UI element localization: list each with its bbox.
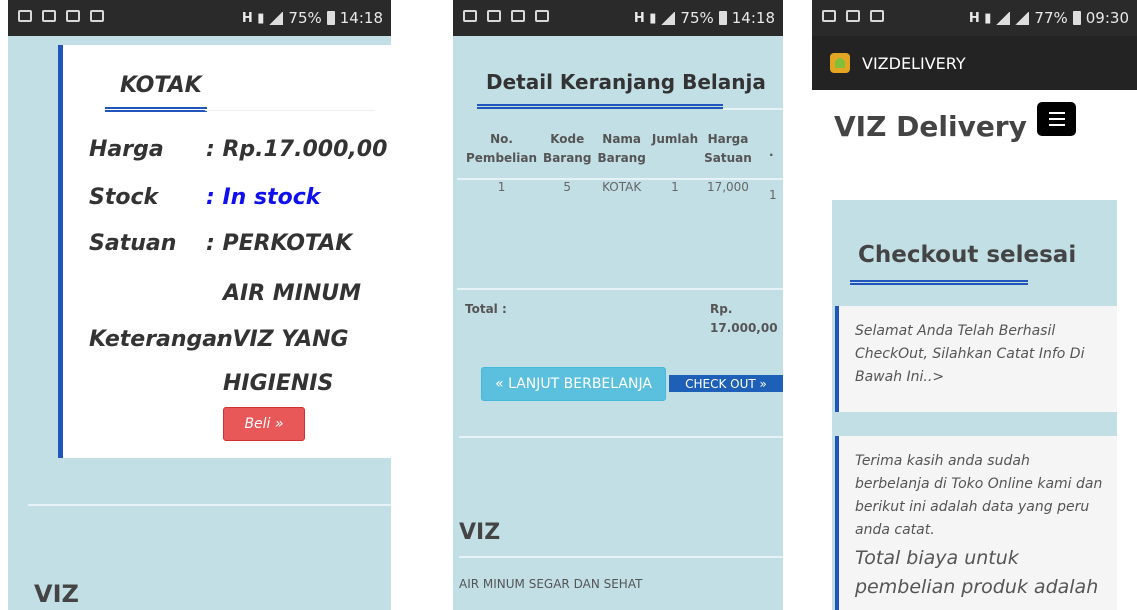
product-title: KOTAK: [120, 73, 202, 98]
product-card: KOTAK Harga : Rp.17.000,00 Stock : In st…: [58, 45, 391, 458]
sim-icon: H ▮: [633, 10, 657, 26]
phone-screen-cart-detail: H ▮ 75% 14:18 Detail Keranjang Belanja N…: [453, 0, 783, 610]
divider: [457, 178, 783, 180]
battery-icon: [718, 11, 727, 25]
battery-percent: 75%: [680, 9, 714, 27]
price-label: Harga: [89, 137, 164, 162]
wifi-icon: [66, 10, 80, 22]
main-content: Checkout selesai Selamat Anda Telah Berh…: [832, 200, 1117, 610]
title-underline: [105, 107, 207, 112]
col-header-unit-price: Harga Satuan: [704, 132, 752, 165]
footer-brand: VIZ: [459, 520, 501, 545]
battery-icon: [1072, 11, 1081, 25]
title-underline: [850, 280, 1028, 285]
info-message-box: Selamat Anda Telah Berhasil CheckOut, Si…: [835, 306, 1117, 412]
cell-item-name: KOTAK: [602, 180, 642, 194]
divider: [28, 504, 391, 506]
clock: 14:18: [731, 9, 775, 27]
cell-quantity: 1: [671, 180, 679, 194]
stock-label: Stock: [89, 185, 159, 210]
divider: [205, 110, 375, 111]
title-underline: [477, 104, 723, 109]
cell-order-no: 1: [497, 180, 506, 194]
app-bar: VIZDELIVERY: [812, 36, 1137, 90]
description-value-cont: HIGIENIS: [223, 371, 334, 396]
unit-value-cont: AIR MINUM: [223, 281, 362, 306]
total-label: Total :: [465, 302, 507, 316]
total-cost-message: Total biaya untuk pembelian produk adala…: [855, 547, 1099, 598]
message-icon: [870, 10, 884, 22]
info-message-box: Terima kasih anda sudah berbelanja di To…: [835, 436, 1117, 610]
image-icon: [42, 10, 56, 22]
price-value: : Rp.17.000,00: [206, 137, 388, 162]
cart-table: No. Pembelian Kode Barang Nama Barang Jumla…: [463, 126, 755, 202]
description-value: : VIZ YANG: [216, 327, 349, 352]
section-title: Checkout selesai: [858, 242, 1077, 268]
col-header-overflow: ·: [769, 148, 774, 162]
divider: [457, 288, 783, 290]
checkout-button[interactable]: CHECK OUT »: [669, 375, 783, 392]
total-value: Rp. 17.000,00: [710, 302, 778, 335]
battery-icon: [326, 11, 335, 25]
signal-icon: [661, 11, 676, 25]
image-icon: [487, 10, 501, 22]
footer-tagline: AIR MINUM SEGAR DAN SEHAT: [459, 577, 643, 591]
thank-you-message: Terima kasih anda sudah berbelanja di To…: [855, 453, 1103, 538]
success-message: Selamat Anda Telah Berhasil CheckOut, Si…: [855, 323, 1085, 385]
cell-unit-price: 17,000: [706, 180, 749, 194]
app-title: VIZDELIVERY: [862, 54, 966, 73]
divider: [459, 436, 783, 438]
divider: [459, 556, 783, 558]
site-brand[interactable]: VIZ Delivery: [834, 110, 1027, 143]
unit-label: Satuan: [89, 231, 177, 256]
clock: 14:18: [339, 9, 383, 27]
hamburger-menu-icon[interactable]: [1037, 102, 1076, 136]
wifi-icon: [511, 10, 525, 22]
battery-percent: 75%: [288, 9, 322, 27]
phone-screen-product-detail: H ▮ 75% 14:18 KOTAK Harga : Rp.17.000,00…: [8, 0, 391, 610]
table-row: 1 5 KOTAK 1 17,000: [463, 172, 755, 202]
continue-shopping-button[interactable]: « LANJUT BERBELANJA: [481, 367, 666, 401]
unit-value: : PERKOTAK: [206, 231, 353, 256]
signal-icon: [269, 11, 284, 25]
col-header-item-name: Nama Barang: [597, 132, 646, 165]
message-icon: [535, 10, 549, 22]
stock-value: : In stock: [206, 185, 321, 210]
message-icon: [90, 10, 104, 22]
table-header-row: No. Pembelian Kode Barang Nama Barang Jumla…: [463, 126, 755, 172]
signal-icon: [1015, 11, 1030, 25]
page-title: Detail Keranjang Belanja: [486, 70, 766, 94]
col-header-item-code: Kode Barang: [543, 132, 592, 165]
status-bar: H ▮ 77% 09:30: [812, 0, 1137, 36]
status-bar: H ▮ 75% 14:18: [8, 0, 391, 36]
divider: [723, 108, 783, 110]
mail-icon: [463, 10, 477, 22]
col-header-quantity: Jumlah: [651, 132, 699, 146]
status-bar: H ▮ 75% 14:18: [453, 0, 783, 36]
battery-percent: 77%: [1034, 9, 1068, 27]
sim-icon: H ▮: [241, 10, 265, 26]
phone-screen-checkout-complete: H ▮ 77% 09:30 VIZDELIVERY VIZ Delivery C…: [812, 0, 1137, 610]
image-icon: [822, 10, 836, 22]
buy-button[interactable]: Beli »: [223, 407, 305, 441]
android-app-icon: [830, 53, 850, 73]
cell-overflow: 1: [769, 188, 777, 202]
signal-icon: [996, 11, 1011, 25]
col-header-order-no: No. Pembelian: [466, 132, 538, 165]
description-label: Keterangan: [89, 327, 233, 352]
mail-icon: [18, 10, 32, 22]
sim-icon: H ▮: [968, 10, 992, 26]
cell-item-code: 5: [563, 180, 572, 194]
footer-brand: VIZ: [34, 580, 79, 608]
clock: 09:30: [1085, 9, 1129, 27]
wifi-icon: [846, 10, 860, 22]
